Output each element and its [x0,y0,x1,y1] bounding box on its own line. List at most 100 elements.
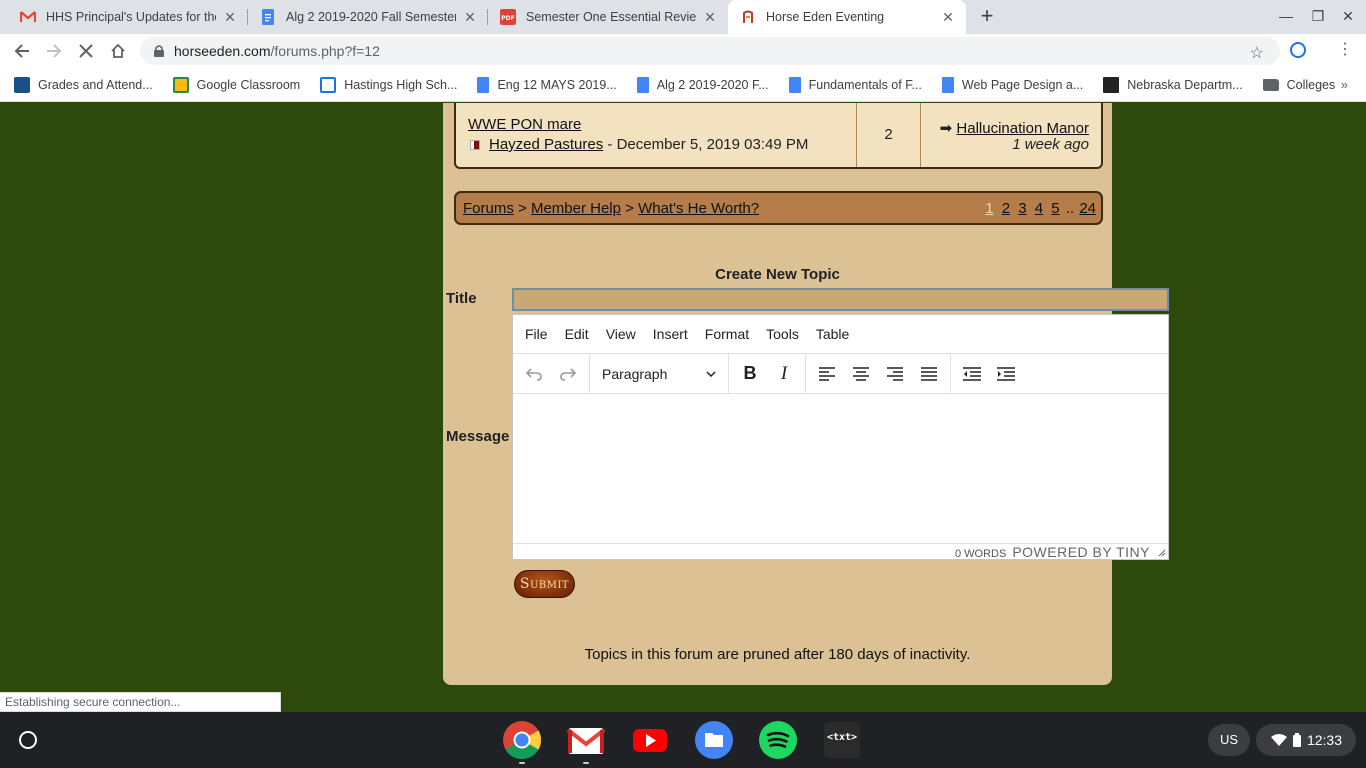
bookmark-nebraska[interactable]: Nebraska Departm... [1103,76,1243,93]
tab-horse-eden[interactable]: Horse Eden Eventing ✕ [728,0,966,34]
bookmark-grades[interactable]: Grades and Attend... [14,76,153,93]
new-tab-button[interactable]: + [975,5,999,29]
classroom-icon [172,76,189,93]
breadcrumb-forums[interactable]: Forums [463,200,514,217]
status-tray[interactable]: 12:33 [1256,724,1356,756]
bookmark-alg2[interactable]: Alg 2 2019-2020 F... [636,76,769,93]
address-bar[interactable]: horseeden.com/forums.php?f=12 ☆ [140,37,1280,65]
block-format-select[interactable]: Paragraph [594,358,724,390]
menu-view[interactable]: View [606,326,636,342]
breadcrumb-bar: Forums > Member Help > What's He Worth? … [454,191,1103,225]
bookmark-google-classroom[interactable]: Google Classroom [172,76,301,93]
tab-close-icon[interactable]: ✕ [940,9,956,25]
topic-cell: WWE PON mare Hayzed Pastures - December … [456,103,857,167]
menu-tools[interactable]: Tools [766,326,799,342]
breadcrumb-member-help[interactable]: Member Help [531,200,621,217]
page-link-last[interactable]: 24 [1079,200,1096,217]
input-method-indicator[interactable]: US [1208,724,1250,756]
bookmark-label: Colleges [1286,77,1336,92]
topic-author-link[interactable]: Hayzed Pastures [489,136,603,153]
message-editor-area[interactable] [513,395,1168,543]
menu-format[interactable]: Format [705,326,749,342]
bold-icon[interactable]: B [733,358,767,390]
stop-loading-button[interactable] [74,39,98,63]
tab-title: Semester One Essential Review K [526,10,696,24]
title-input[interactable] [512,288,1169,311]
docs-icon [788,76,801,93]
bookmark-label: Google Classroom [196,77,301,92]
page-current: 1 [985,200,994,217]
browser-menu-icon[interactable]: ⋮ [1337,40,1353,60]
bookmark-star-icon[interactable]: ☆ [1250,43,1264,63]
bookmark-label: Alg 2 2019-2020 F... [656,77,769,92]
text-editor-icon[interactable]: <txt> [822,720,862,760]
bookmark-hastings[interactable]: Hastings High Sch... [320,76,457,93]
extension-icon[interactable] [1290,42,1306,58]
bookmark-eng12[interactable]: Eng 12 MAYS 2019... [477,76,617,93]
chrome-icon[interactable] [502,720,542,764]
italic-icon[interactable]: I [767,358,801,390]
close-window-icon[interactable]: ✕ [1339,8,1357,25]
align-justify-icon[interactable] [912,358,946,390]
page-link[interactable]: 4 [1035,200,1043,217]
breadcrumb-current[interactable]: What's He Worth? [638,200,759,217]
bookmark-fundamentals[interactable]: Fundamentals of F... [788,76,922,93]
flag-icon [470,139,480,150]
bookmark-label: Grades and Attend... [38,77,153,92]
system-shelf: <txt> US 12:33 [0,712,1366,768]
restore-icon[interactable]: ❐ [1309,8,1327,25]
align-right-icon[interactable] [878,358,912,390]
spotify-icon[interactable] [758,720,798,760]
text-app-label: <txt> [826,732,858,743]
docs-icon [477,76,490,93]
menu-edit[interactable]: Edit [565,326,589,342]
menu-file[interactable]: File [525,326,548,342]
launcher-icon[interactable] [19,731,37,749]
forward-button[interactable] [42,39,66,63]
minimize-icon[interactable]: — [1277,8,1295,24]
align-center-icon[interactable] [844,358,878,390]
indent-icon[interactable] [989,358,1023,390]
chevron-right-double-icon[interactable]: » [1341,77,1348,92]
tab-close-icon[interactable]: ✕ [222,9,238,25]
page-link[interactable]: 5 [1051,200,1059,217]
youtube-icon[interactable] [630,720,670,760]
tab-alg2-doc[interactable]: Alg 2 2019-2020 Fall Semester - ✕ [248,0,488,34]
last-poster-link[interactable]: Hallucination Manor [956,120,1089,137]
wifi-icon [1270,734,1287,746]
menu-table[interactable]: Table [816,326,849,342]
powered-by-tiny[interactable]: POWERED BY TINY [1012,544,1150,560]
topic-date: - December 5, 2019 03:49 PM [607,136,809,153]
topic-title-link[interactable]: WWE PON mare [468,116,581,133]
title-label: Title [446,290,477,307]
submit-button[interactable]: Submit [514,570,575,598]
tab-close-icon[interactable]: ✕ [702,9,718,25]
tab-semester-review-pdf[interactable]: PDF Semester One Essential Review K ✕ [488,0,728,34]
block-format-value: Paragraph [602,365,668,382]
tab-close-icon[interactable]: ✕ [462,9,478,25]
bookmark-colleges[interactable]: Colleges [1262,77,1336,92]
align-left-icon[interactable] [810,358,844,390]
arrow-right-icon: ➡ [939,120,953,137]
bookmark-label: Nebraska Departm... [1127,77,1243,92]
resize-handle-icon[interactable] [1158,549,1166,557]
files-icon[interactable] [694,720,734,760]
gmail-icon[interactable] [566,720,606,764]
menu-insert[interactable]: Insert [653,326,688,342]
tab-strip: HHS Principal's Updates for the ✕ Alg 2 … [0,0,1366,34]
page-link[interactable]: 3 [1018,200,1026,217]
gmail-icon [20,9,36,25]
docs-icon [636,76,649,93]
editor-menubar: File Edit View Insert Format Tools Table [513,315,1168,354]
home-button[interactable] [106,39,130,63]
outdent-icon[interactable] [955,358,989,390]
redo-icon[interactable] [551,358,585,390]
tab-gmail[interactable]: HHS Principal's Updates for the ✕ [8,0,248,34]
undo-icon[interactable] [517,358,551,390]
topic-row: WWE PON mare Hayzed Pastures - December … [454,103,1103,169]
forum-page: WWE PON mare Hayzed Pastures - December … [0,103,1366,712]
bookmark-web-page-design[interactable]: Web Page Design a... [941,76,1083,93]
back-button[interactable] [10,39,34,63]
page-link[interactable]: 2 [1002,200,1010,217]
page-icon [320,76,337,93]
